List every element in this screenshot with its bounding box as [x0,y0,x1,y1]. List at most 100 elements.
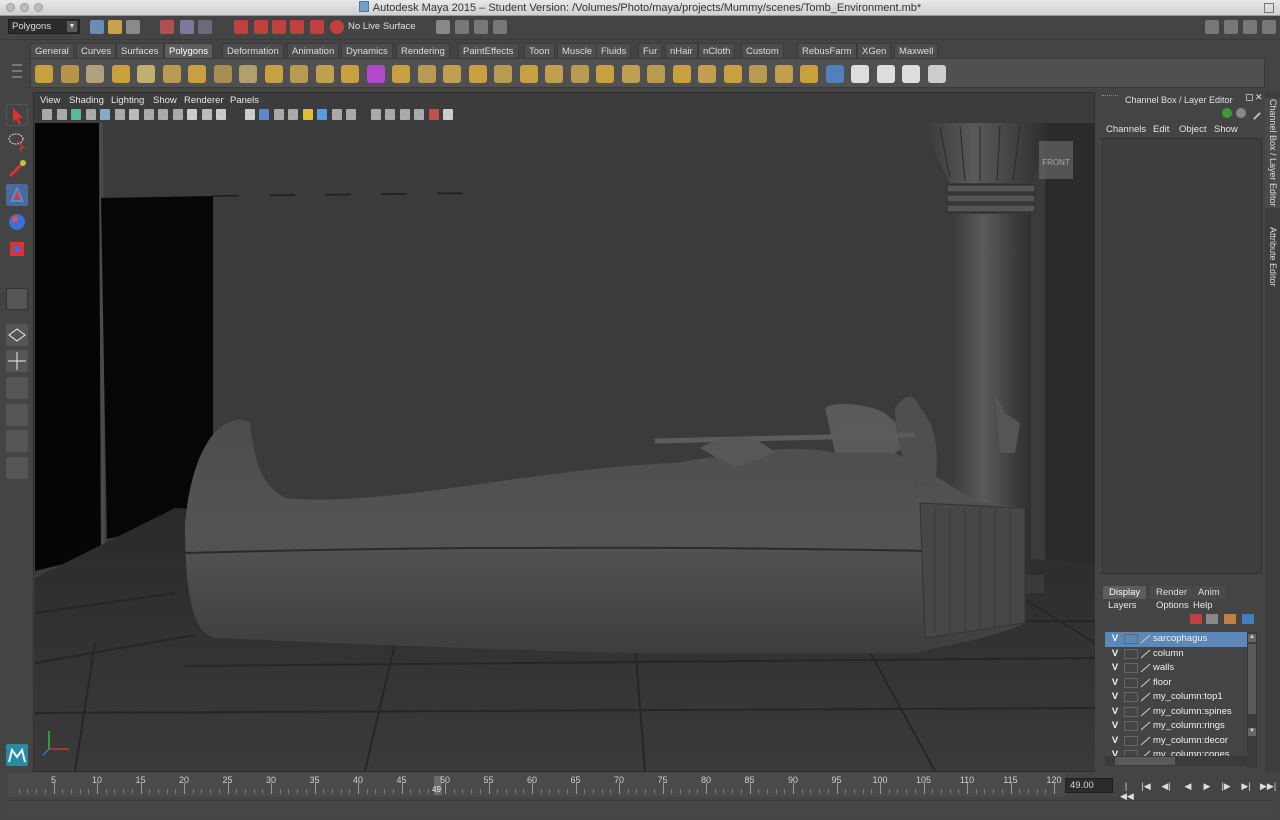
layer-row[interactable]: Vwalls [1105,661,1247,676]
poly-cone-icon[interactable] [111,65,130,83]
layer-display-type-toggle[interactable] [1124,706,1138,717]
layer-display-type-toggle[interactable] [1124,721,1138,731]
shelf-tab-fur[interactable]: Fur [638,43,663,58]
layer-menu-help[interactable]: Help [1193,600,1213,611]
play-backwards-button[interactable]: ◀ [1182,781,1194,792]
current-frame-field[interactable]: 49.00 [1065,778,1113,793]
layer-visibility-toggle[interactable]: V [1109,720,1121,731]
move-tool-icon[interactable] [6,184,28,206]
screen-space-ao-icon[interactable] [331,109,342,120]
xray-active-icon[interactable] [443,109,453,120]
two-d-pan-zoom-icon[interactable] [100,109,110,120]
insert-edge-loop-icon[interactable] [647,65,665,83]
layer-color-swatch[interactable] [1140,649,1151,659]
uv-texture-editor-icon[interactable] [851,65,869,83]
last-tool-used-icon[interactable] [6,288,28,310]
channel-box-menu-edit[interactable]: Edit [1153,124,1169,135]
channel-box-sync-icon[interactable] [1236,108,1246,118]
shelf-tab-rebusfarm[interactable]: RebusFarm [797,43,857,58]
layer-name[interactable]: sarcophagus [1153,633,1207,644]
field-chart-icon[interactable] [187,109,197,120]
isolate-select-icon[interactable] [428,109,439,120]
layer-row[interactable]: Vmy_column:rings [1105,719,1247,734]
bookmarks-icon[interactable] [71,109,81,120]
shelf-menu-grip[interactable] [10,60,24,86]
grease-pencil-icon[interactable] [114,109,125,120]
layer-name[interactable]: column [1153,648,1184,659]
bevel-icon[interactable] [800,65,818,83]
layer-tab-render[interactable]: Render [1150,586,1194,599]
viewport-menu-shading[interactable]: Shading [69,95,104,106]
new-layer-icon[interactable] [1206,614,1218,624]
move-layer-up-icon[interactable] [1224,614,1236,624]
step-back-frame-button[interactable]: ◀| [1160,781,1172,792]
gate-mask-icon[interactable] [172,109,183,120]
layers-scrollbar[interactable]: ▲ ▼ [1247,632,1257,768]
viewport-menu-show[interactable]: Show [153,95,177,106]
layer-visibility-toggle[interactable]: V [1109,691,1121,702]
close-panel-icon[interactable]: ✕ [1255,92,1263,103]
layer-name[interactable]: my_column:decor [1153,735,1228,746]
layer-row[interactable]: Vmy_column:top1 [1105,690,1247,705]
viewport-menu-view[interactable]: View [40,95,60,106]
layer-color-swatch[interactable] [1140,634,1151,644]
snap-grid-icon[interactable] [234,20,248,34]
play-forwards-button[interactable]: ▶ [1201,781,1213,792]
offset-edge-loop-icon[interactable] [672,65,691,83]
shelf-tab-painteffects[interactable]: PaintEffects [458,43,519,58]
extrude-icon[interactable] [545,65,563,83]
render-view-icon[interactable] [436,20,450,34]
shelf-tab-xgen[interactable]: XGen [857,43,892,58]
textured-icon[interactable] [288,109,298,120]
layer-menu-options[interactable]: Options [1156,600,1189,611]
paint-select-tool-icon[interactable] [6,158,28,180]
motion-blur-icon[interactable] [346,109,356,120]
make-live-icon[interactable] [310,20,324,34]
horizontal-scroll-thumb[interactable] [1115,757,1175,765]
tab-channel-box-layer-editor[interactable]: Channel Box / Layer Editor [1265,98,1280,208]
select-component-icon[interactable] [198,20,212,34]
float-panel-icon[interactable] [1246,94,1253,101]
four-pane-layout-icon[interactable] [6,350,28,372]
channel-box-pin-icon[interactable] [1248,107,1261,120]
layer-menu-layers[interactable]: Layers [1108,600,1137,611]
layer-visibility-toggle[interactable]: V [1109,706,1121,717]
triangulate-icon[interactable] [494,65,512,83]
select-tool-icon[interactable] [6,104,28,126]
use-all-lights-icon[interactable] [302,109,313,120]
panel-grip[interactable] [1102,95,1118,97]
shadows-icon[interactable] [317,109,327,120]
layer-row[interactable]: Vsarcophagus [1105,632,1247,647]
average-vertices-icon[interactable] [392,65,410,83]
safe-action-icon[interactable] [201,109,212,120]
step-forward-key-button[interactable]: ▶| [1240,781,1252,792]
step-back-key-button[interactable]: |◀ [1140,781,1152,792]
split-polygon-icon[interactable] [621,65,640,83]
poly-pipe-icon[interactable] [213,65,232,83]
wireframe-icon[interactable] [244,109,255,120]
xray-icon[interactable] [399,109,410,120]
magnet-icon[interactable] [330,20,344,34]
ipr-render-icon[interactable] [474,20,488,34]
poly-pyramid-icon[interactable] [188,65,206,83]
layer-row[interactable]: Vcolumn [1105,647,1247,662]
viewport-scene[interactable]: FRONT [34,123,1096,772]
poly-cube-icon[interactable] [60,65,79,83]
poly-plane-icon[interactable] [137,65,155,83]
viewport-menu-panels[interactable]: Panels [230,95,259,106]
mirror-geometry-icon[interactable] [443,65,461,83]
range-slider[interactable] [8,800,1272,816]
multisample-icon[interactable] [370,109,381,120]
safe-title-icon[interactable] [216,109,226,120]
viewport-menu-renderer[interactable]: Renderer [184,95,224,106]
layer-row[interactable]: Vmy_column:decor [1105,734,1247,749]
sculpt-geometry-icon[interactable] [825,65,844,83]
shelf-tab-dynamics[interactable]: Dynamics [341,43,393,58]
collapse-icon[interactable] [723,65,742,83]
hypershade-layout-icon[interactable] [6,430,28,452]
open-scene-icon[interactable] [108,20,122,34]
layer-color-swatch[interactable] [1140,736,1151,746]
shelf-tab-animation[interactable]: Animation [287,43,340,58]
shelf-tab-curves[interactable]: Curves [76,43,117,58]
append-polygon-icon[interactable] [596,65,614,83]
